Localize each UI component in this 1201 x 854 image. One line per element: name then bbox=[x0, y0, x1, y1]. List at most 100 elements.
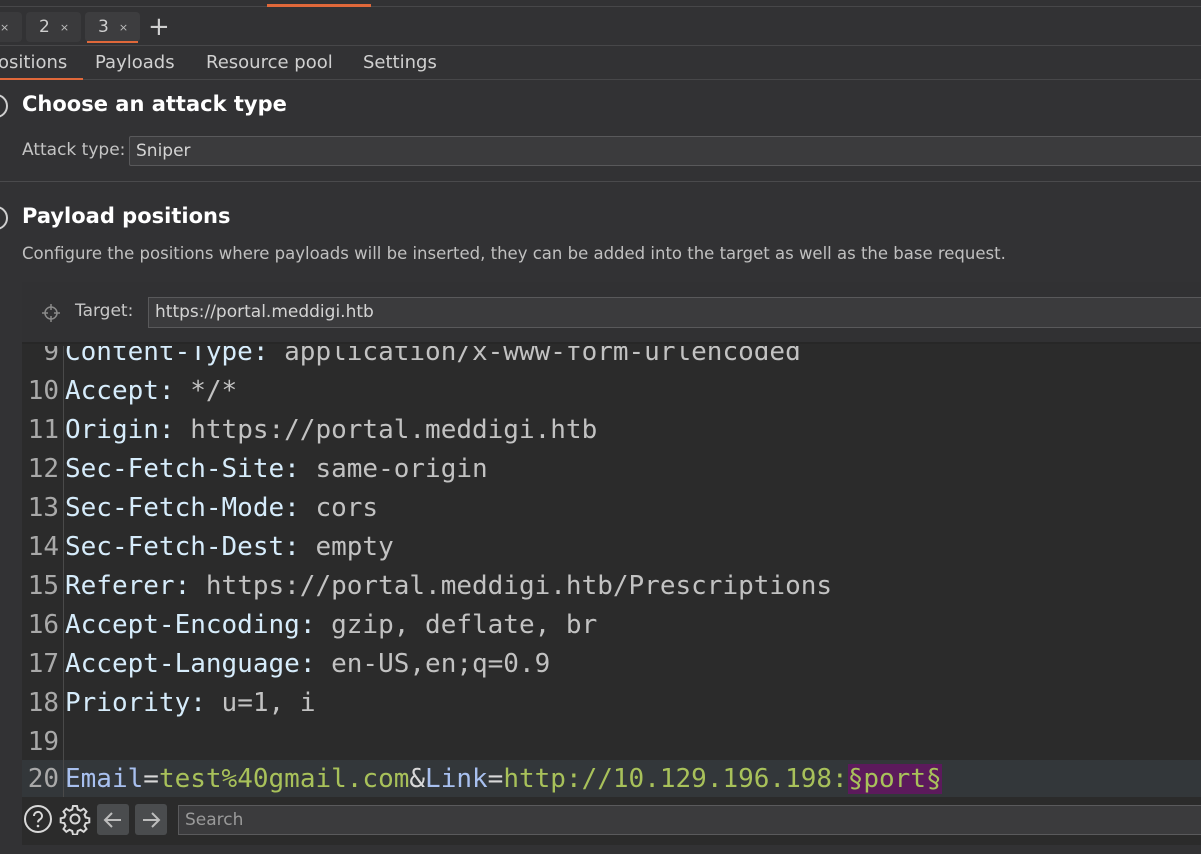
close-tab-icon[interactable]: × bbox=[119, 21, 128, 34]
tab-payloads-label: Payloads bbox=[95, 52, 175, 73]
back-button[interactable] bbox=[97, 804, 129, 835]
active-tab-underline bbox=[87, 41, 138, 43]
attack-type-value: Sniper bbox=[136, 141, 191, 161]
header-colon: : bbox=[284, 454, 316, 484]
tab-payloads[interactable]: Payloads bbox=[95, 52, 175, 73]
crosshair-icon bbox=[42, 304, 60, 322]
header-colon: : bbox=[158, 415, 191, 445]
gear-icon bbox=[59, 805, 91, 835]
payload-positions-heading: Payload positions bbox=[22, 204, 231, 228]
question-circle-icon bbox=[24, 805, 52, 833]
settings-button[interactable] bbox=[59, 803, 91, 835]
active-subtab-underline bbox=[0, 78, 84, 80]
tab-positions-label: ositions bbox=[0, 52, 68, 73]
param-equals: = bbox=[143, 764, 159, 794]
help-circle-icon[interactable] bbox=[0, 94, 8, 118]
payload-position-marker[interactable]: §port§ bbox=[847, 764, 942, 794]
request-tab-3[interactable]: 3 × bbox=[85, 12, 140, 43]
target-input[interactable]: https://portal.meddigi.htb bbox=[148, 297, 1201, 328]
line-number: 12 bbox=[27, 454, 59, 484]
line-number: 19 bbox=[27, 727, 59, 757]
header-name: Sec-Fetch-Mode bbox=[65, 493, 285, 523]
param-key: Link bbox=[425, 764, 488, 794]
request-line: 19 bbox=[22, 723, 1201, 762]
header-name: Sec-Fetch-Site bbox=[65, 454, 285, 484]
header-value: cors bbox=[315, 493, 379, 523]
header-colon: : bbox=[284, 532, 316, 562]
active-tool-indicator bbox=[267, 4, 371, 7]
tab-settings[interactable]: Settings bbox=[363, 52, 437, 73]
attack-type-heading: Choose an attack type bbox=[22, 92, 287, 116]
arrow-right-icon bbox=[143, 811, 161, 828]
header-name: Sec-Fetch-Dest bbox=[65, 532, 285, 562]
param-value: http://10.129.196.198: bbox=[503, 764, 848, 794]
line-number: 18 bbox=[27, 688, 59, 718]
header-colon: : bbox=[174, 571, 206, 601]
line-number: 14 bbox=[27, 532, 59, 562]
request-line: 18 Priority: u=1, i bbox=[22, 684, 1201, 723]
request-tab-2[interactable]: 2 × bbox=[26, 12, 81, 42]
header-name: Origin bbox=[65, 415, 159, 445]
request-line: 14 Sec-Fetch-Dest: empty bbox=[22, 528, 1201, 567]
line-number: 17 bbox=[27, 649, 59, 679]
header-value: https://portal.meddigi.htb bbox=[190, 415, 598, 445]
header-value: en-US,en;q=0.9 bbox=[331, 649, 551, 679]
request-line: 9 Content-Type: application/x-www-form-ur… bbox=[22, 346, 1201, 372]
search-input[interactable] bbox=[178, 805, 1201, 835]
tab-resource-pool[interactable]: Resource pool bbox=[206, 52, 333, 73]
request-line: 16 Accept-Encoding: gzip, deflate, br bbox=[22, 606, 1201, 645]
close-tab-icon[interactable]: × bbox=[0, 21, 9, 34]
param-equals: = bbox=[487, 764, 504, 794]
attack-type-select[interactable]: Sniper bbox=[129, 136, 1201, 166]
attack-type-label: Attack type: bbox=[22, 140, 126, 160]
param-separator: & bbox=[409, 764, 426, 794]
help-circle-icon[interactable] bbox=[0, 206, 8, 230]
line-number: 15 bbox=[27, 571, 59, 601]
line-number: 11 bbox=[27, 415, 59, 445]
header-value: */* bbox=[190, 376, 238, 406]
header-value: empty bbox=[315, 532, 394, 562]
request-line: 15 Referer: https://portal.meddigi.htb/Pr… bbox=[22, 567, 1201, 606]
section-divider bbox=[0, 181, 1201, 182]
header-name: Accept-Language bbox=[65, 649, 300, 679]
header-name: Priority bbox=[65, 688, 191, 718]
param-key: Email bbox=[65, 764, 144, 794]
tab-label: 3 bbox=[98, 17, 109, 37]
header-colon: : bbox=[190, 688, 222, 718]
request-line: 17 Accept-Language: en-US,en;q=0.9 bbox=[22, 645, 1201, 684]
menu-strip bbox=[0, 0, 1201, 7]
header-name: Referer bbox=[65, 571, 175, 601]
request-tab-strip: × 2 × 3 × + bbox=[0, 8, 1201, 46]
target-bar: Target: https://portal.meddigi.htb bbox=[22, 282, 1201, 344]
arrow-left-icon bbox=[103, 811, 121, 828]
header-value: application/x-www-form-urlencoded bbox=[284, 346, 801, 367]
request-tab-1[interactable]: × bbox=[0, 12, 22, 42]
forward-button[interactable] bbox=[135, 804, 167, 835]
header-colon: : bbox=[158, 376, 191, 406]
request-line: 10 Accept: */* bbox=[22, 372, 1201, 411]
payload-positions-description: Configure the positions where payloads w… bbox=[22, 244, 1006, 263]
line-number: 9 bbox=[43, 346, 59, 367]
header-colon: : bbox=[299, 649, 332, 679]
close-tab-icon[interactable]: × bbox=[60, 21, 69, 34]
header-value: https://portal.meddigi.htb/Prescriptions bbox=[205, 571, 833, 601]
target-value: https://portal.meddigi.htb bbox=[155, 302, 374, 322]
param-value: test%40gmail.com bbox=[158, 764, 410, 794]
line-number: 13 bbox=[27, 493, 59, 523]
line-number: 20 bbox=[27, 764, 59, 794]
request-editor[interactable]: 9 Content-Type: application/x-www-form-ur… bbox=[22, 346, 1201, 797]
header-name: Accept-Encoding bbox=[65, 610, 300, 640]
header-value: gzip, deflate, br bbox=[331, 610, 598, 640]
request-line: 11 Origin: https://portal.meddigi.htb bbox=[22, 411, 1201, 450]
request-body-line: 20 Email=test%40gmail.com&Link=http://10.… bbox=[22, 760, 1201, 797]
tab-settings-label: Settings bbox=[363, 52, 437, 73]
tab-label: 2 bbox=[39, 17, 50, 37]
header-colon: : bbox=[284, 493, 316, 523]
help-button[interactable] bbox=[22, 803, 54, 835]
tab-positions[interactable]: ositions bbox=[0, 52, 84, 80]
request-line: 13 Sec-Fetch-Mode: cors bbox=[22, 489, 1201, 528]
gutter-divider bbox=[63, 346, 64, 797]
editor-bottom-bar bbox=[22, 799, 1201, 839]
target-label: Target: bbox=[75, 301, 134, 321]
add-tab-button[interactable]: + bbox=[148, 12, 170, 42]
